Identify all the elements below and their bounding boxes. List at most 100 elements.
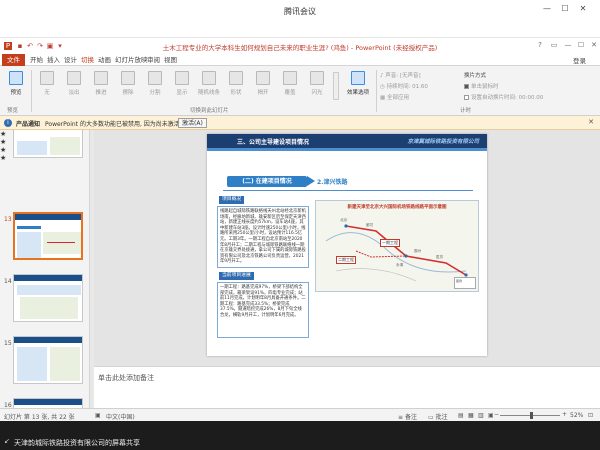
station-dot	[404, 254, 408, 258]
transition-reveal-icon	[175, 71, 189, 85]
auto-advance-checkbox[interactable]: 设置自动换片时间: 00:00.00	[464, 93, 543, 101]
minimize-icon[interactable]: —	[562, 41, 574, 49]
transition-cover[interactable]: 覆盖	[277, 69, 303, 103]
tab-slideshow[interactable]: 幻灯片放映	[115, 55, 148, 65]
powerpoint-title-bar: P ▪ ↶ ↷ ▣ ▾ 土木工程专业的大学本科生如何规划自己未来的职业生涯? (…	[0, 38, 600, 54]
thumb-header	[15, 214, 81, 220]
meeting-title-bar: 腾讯会议 — ☐ ✕	[0, 0, 600, 38]
notes-pane[interactable]: 单击此处添加备注	[94, 366, 600, 408]
overview-tag: 项目概况	[219, 196, 245, 204]
map-road	[335, 268, 417, 282]
ribbon-display-icon[interactable]: ▭	[548, 41, 560, 49]
transition-wipe-icon	[121, 71, 135, 85]
transition-fade-icon	[67, 71, 81, 85]
tab-animations[interactable]: 动画	[98, 55, 111, 65]
thumb-route	[47, 242, 75, 243]
tab-file[interactable]: 文件	[2, 54, 25, 66]
town-label: 永清	[396, 263, 404, 267]
thumb-header	[14, 275, 82, 281]
preview-button[interactable]: 预览	[3, 69, 29, 103]
normal-view-icon[interactable]: ▤	[458, 412, 464, 419]
transition-uncover-icon	[256, 71, 270, 85]
close-icon[interactable]: ✕	[588, 118, 594, 126]
maximize-icon[interactable]: ☐	[575, 41, 587, 49]
transition-random-bars[interactable]: 随机线条	[196, 69, 222, 103]
phase-two-label: 二期工程	[336, 256, 356, 264]
tab-review[interactable]: 审阅	[147, 55, 160, 65]
login-link[interactable]: 登录	[573, 55, 586, 65]
window-title: 土木工程专业的大学本科生如何规划自己未来的职业生涯? (鸿鱼) - PowerP…	[162, 44, 438, 52]
station-dot	[344, 224, 348, 228]
transition-reveal[interactable]: 显示	[169, 69, 195, 103]
slideshow-view-icon[interactable]: ▣	[488, 412, 494, 419]
sound-option[interactable]: ♪ 声音: [无声音]	[380, 71, 421, 79]
town-label: 霸州	[414, 249, 422, 253]
route-line	[345, 225, 467, 276]
town-label: 北京	[340, 218, 348, 222]
transition-shape[interactable]: 形状	[223, 69, 249, 103]
effect-options-button[interactable]: 效果选项	[343, 69, 373, 103]
reading-view-icon[interactable]: ▥	[478, 412, 484, 419]
spell-check-icon[interactable]: ▣	[95, 412, 101, 419]
preview-group-label: 预览	[7, 108, 19, 114]
tab-insert[interactable]: 插入	[47, 55, 60, 65]
effect-options-icon	[351, 71, 365, 85]
thumb-image	[50, 347, 80, 381]
slide-header-title: 三、公司主导建设项目情况	[237, 139, 310, 146]
zoom-level[interactable]: 52%	[570, 412, 583, 419]
divider	[223, 190, 473, 191]
help-icon[interactable]: ?	[534, 41, 546, 49]
transition-none[interactable]: 无	[34, 69, 60, 103]
gallery-scroll[interactable]	[333, 72, 339, 100]
thumb-header	[14, 337, 82, 343]
header-stripe	[207, 148, 487, 151]
activate-button[interactable]: 激活(A)	[178, 118, 207, 128]
thumb-map	[43, 232, 81, 254]
sorter-view-icon[interactable]: ▦	[468, 412, 474, 419]
transition-push[interactable]: 推进	[88, 69, 114, 103]
duration-option[interactable]: ◷ 持续时间: 01.60	[380, 82, 428, 90]
notes-button[interactable]: ≡ 备注	[398, 412, 417, 421]
language-indicator[interactable]: 中文(中国)	[106, 412, 135, 421]
group-divider	[31, 70, 32, 112]
slide-thumbnail[interactable]	[13, 274, 83, 322]
activation-notice-bar: i 产品通知 PowerPoint 的大多数功能已被禁用, 因为尚未激活。 激活…	[0, 116, 600, 130]
slide-thumbnails-pane: 12 ★ 13 ★ 14 ★ 15 ★ 16	[0, 130, 90, 408]
on-click-checkbox[interactable]: 单击鼠标时	[464, 82, 499, 90]
tab-view[interactable]: 视图	[164, 55, 177, 65]
group-divider	[376, 70, 377, 112]
map-legend: 图例	[454, 277, 476, 289]
zoom-in-icon[interactable]: +	[562, 411, 567, 418]
slide-thumbnail[interactable]	[13, 398, 83, 408]
slide-thumbnail[interactable]	[13, 336, 83, 384]
current-slide[interactable]: 三、公司主导建设项目情况 京津冀城际铁路投资有限公司 (二) 在建项目情况 2.…	[207, 134, 487, 356]
zoom-out-icon[interactable]: −	[494, 411, 499, 418]
tab-transitions[interactable]: 切换	[81, 55, 94, 65]
slide-thumbnail[interactable]	[13, 130, 83, 158]
meeting-title: 腾讯会议	[284, 7, 316, 16]
transition-uncover[interactable]: 揭开	[250, 69, 276, 103]
close-icon[interactable]: ✕	[576, 4, 590, 13]
transition-split[interactable]: 分割	[142, 69, 168, 103]
fit-slide-icon[interactable]: ⊡	[588, 412, 593, 419]
minimize-icon[interactable]: —	[540, 4, 554, 13]
company-name: 京津冀城际铁路投资有限公司	[407, 139, 479, 145]
subsection-heading: 2.津兴铁路	[317, 179, 348, 186]
comments-button[interactable]: ▭ 批注	[428, 412, 448, 421]
slide-thumbnail-selected[interactable]	[13, 212, 83, 260]
town-label: 廊坊	[366, 223, 374, 227]
maximize-icon[interactable]: ☐	[558, 4, 572, 13]
thumb-header	[14, 399, 82, 405]
progress-tag: 当前项目进展	[219, 272, 254, 280]
thumb-image	[20, 297, 78, 319]
apply-all-button[interactable]: ▦ 全部应用	[380, 93, 409, 101]
tab-design[interactable]: 设计	[64, 55, 77, 65]
zoom-slider-thumb[interactable]	[530, 412, 534, 419]
transition-wipe[interactable]: 擦除	[115, 69, 141, 103]
transition-fade[interactable]: 淡出	[61, 69, 87, 103]
transition-flash[interactable]: 闪光	[304, 69, 330, 103]
close-icon[interactable]: ✕	[588, 41, 600, 49]
tab-home[interactable]: 开始	[30, 55, 43, 65]
status-bar: 幻灯片 第 13 张, 共 22 张 ▣ 中文(中国) ≡ 备注 ▭ 批注 ▤ …	[0, 408, 600, 421]
info-icon: i	[4, 119, 12, 127]
